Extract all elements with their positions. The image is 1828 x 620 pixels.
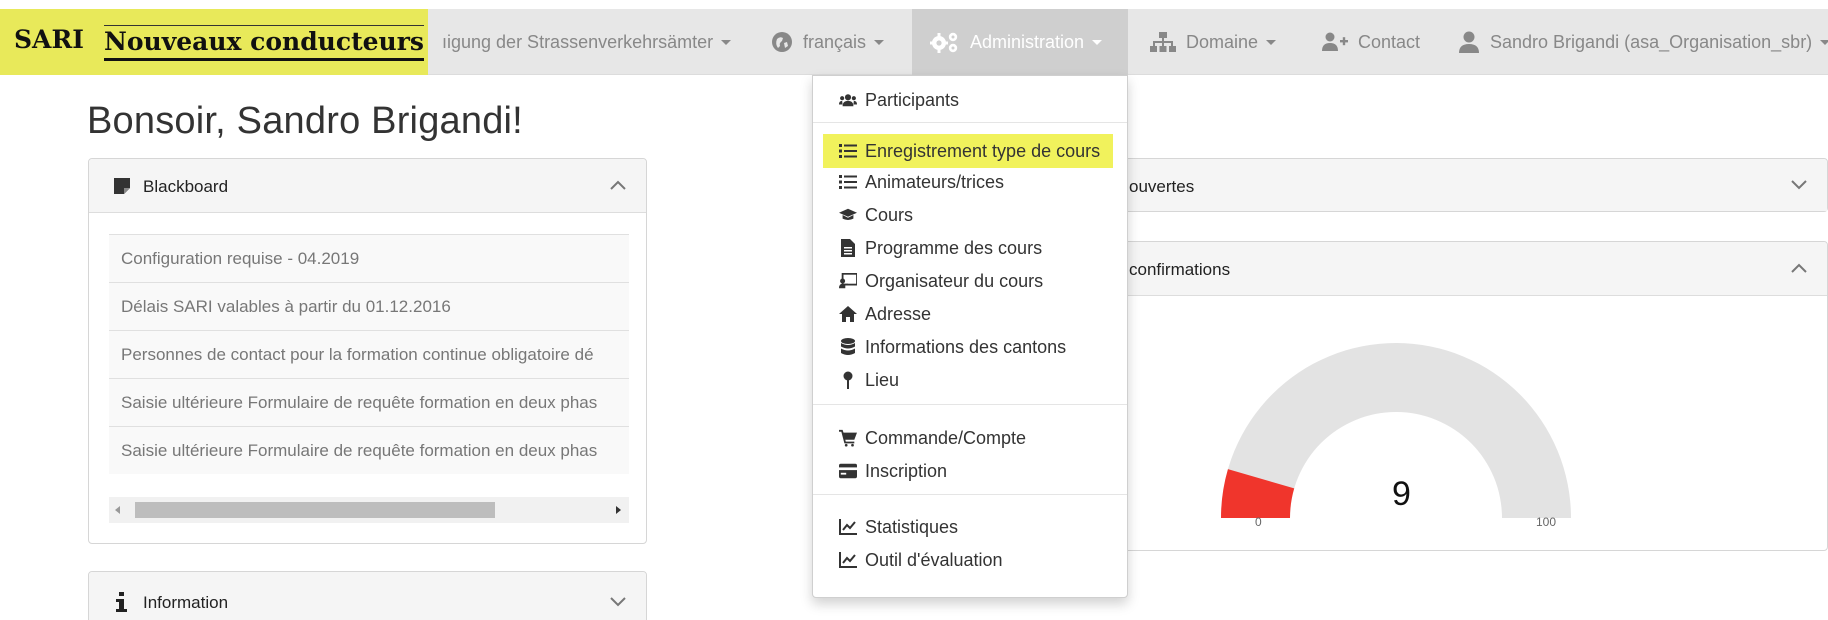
greeting-heading: Bonsoir, Sandro Brigandi! [87, 100, 523, 142]
brand[interactable]: SARI Nouveaux conducteurs [0, 9, 428, 75]
menu-divider [813, 404, 1127, 405]
menu-item-label: Informations des cantons [865, 336, 1067, 357]
nav-user-label: Sandro Brigandi (asa_Organisation_sbr) [1490, 31, 1813, 52]
chevron-up-icon[interactable] [610, 179, 626, 191]
nav-domain-menu[interactable]: Domaine [1150, 9, 1277, 75]
nav-organisation-label: ıigung der Strassenverkehrsämter [442, 31, 714, 52]
nav-language-label: français [803, 31, 867, 52]
blackboard-title: Blackboard [143, 177, 229, 196]
blackboard-item[interactable]: Configuration requise - 04.2019 [109, 234, 629, 282]
menu-divider [813, 122, 1127, 123]
blackboard-list: Configuration requise - 04.2019 Délais S… [109, 234, 629, 474]
chevron-down-icon[interactable] [1791, 179, 1807, 191]
line-chart-icon [839, 519, 857, 535]
horizontal-scrollbar[interactable] [109, 497, 629, 523]
nav-administration-menu[interactable]: Administration [912, 9, 1128, 75]
chevron-up-icon[interactable] [1791, 262, 1807, 274]
caret-down-icon [721, 39, 732, 45]
blackboard-item[interactable]: Personnes de contact pour la formation c… [109, 330, 629, 378]
menu-item-label: Animateurs/trices [865, 171, 1005, 192]
menu-item-canton-information[interactable]: Informations des cantons [813, 331, 1127, 363]
chalkboard-teacher-icon [839, 273, 857, 289]
brand-short: SARI [14, 25, 84, 54]
gauge-min-label: 0 [1255, 515, 1262, 529]
administration-dropdown-menu: Participants Enregistrement type de cour… [812, 75, 1128, 598]
menu-item-course-organizer[interactable]: Organisateur du cours [813, 265, 1127, 297]
menu-item-animators[interactable]: Animateurs/trices [813, 166, 1127, 198]
open-items-title: ouvertes [1129, 177, 1195, 196]
menu-item-label: Lieu [865, 369, 900, 390]
graduation-cap-icon [839, 208, 857, 220]
brand-title: Nouveaux conducteurs [104, 25, 424, 61]
map-pin-icon [843, 371, 853, 389]
menu-item-label: Inscription [865, 460, 948, 481]
menu-item-label: Adresse [865, 303, 932, 324]
menu-item-label: Outil d'évaluation [865, 549, 1003, 570]
open-items-panel: ouvertes [1116, 158, 1828, 212]
user-icon [1459, 31, 1479, 53]
globe-icon [772, 32, 792, 52]
scrollbar-thumb[interactable] [135, 502, 495, 518]
menu-item-label: Commande/Compte [865, 427, 1027, 448]
menu-item-label: Programme des cours [865, 237, 1043, 258]
menu-item-order-account[interactable]: Commande/Compte [813, 422, 1127, 454]
menu-item-address[interactable]: Adresse [813, 298, 1127, 330]
caret-down-icon [1266, 39, 1277, 45]
database-icon [841, 338, 855, 355]
open-items-panel-header[interactable]: ouvertes [1117, 159, 1827, 211]
nav-language-menu[interactable]: français [771, 9, 885, 75]
file-icon [841, 239, 855, 257]
menu-item-location[interactable]: Lieu [813, 364, 1127, 396]
menu-item-registration[interactable]: Inscription [813, 455, 1127, 487]
sitemap-icon [1150, 32, 1176, 52]
blackboard-panel: Blackboard Configuration requise - 04.20… [88, 158, 647, 544]
cart-icon [839, 429, 857, 447]
information-title: Information [143, 593, 229, 612]
line-chart-icon [839, 552, 857, 568]
blackboard-panel-header[interactable]: Blackboard [89, 159, 646, 213]
list-icon [839, 144, 857, 158]
nav-contact-link[interactable]: Contact [1322, 9, 1420, 75]
users-icon [839, 94, 857, 107]
blackboard-item[interactable]: Saisie ultérieure Formulaire de requête … [109, 378, 629, 426]
chevron-down-icon[interactable] [610, 596, 626, 608]
menu-item-evaluation-tool[interactable]: Outil d'évaluation [813, 544, 1127, 576]
sticky-note-icon [114, 178, 130, 194]
user-plus-icon [1322, 32, 1348, 51]
confirmations-panel-header[interactable]: confirmations [1117, 242, 1827, 296]
menu-item-course-program[interactable]: Programme des cours [813, 232, 1127, 264]
gauge-max-label: 100 [1536, 515, 1557, 529]
nav-domain-label: Domaine [1186, 31, 1259, 52]
menu-item-label: Enregistrement type de cours [865, 140, 1101, 161]
menu-item-label: Organisateur du cours [865, 270, 1044, 291]
list-icon [839, 175, 857, 189]
menu-item-courses[interactable]: Cours [813, 199, 1127, 231]
blackboard-item[interactable]: Saisie ultérieure Formulaire de requête … [109, 426, 629, 474]
menu-item-label: Statistiques [865, 516, 959, 537]
nav-administration-label: Administration [970, 31, 1085, 52]
cogs-icon [930, 32, 958, 53]
information-panel-header[interactable]: Information [89, 572, 646, 620]
blackboard-item[interactable]: Délais SARI valables à partir du 01.12.2… [109, 282, 629, 330]
home-icon [839, 306, 857, 322]
nav-user-menu[interactable]: Sandro Brigandi (asa_Organisation_sbr) [1458, 9, 1828, 75]
credit-card-icon [839, 463, 857, 479]
gauge-value: 9 [1392, 475, 1411, 513]
menu-item-participants[interactable]: Participants [813, 84, 1127, 116]
caret-down-icon [1092, 39, 1103, 45]
nav-organisation-menu[interactable]: ıigung der Strassenverkehrsämter [442, 9, 732, 75]
menu-item-label: Cours [865, 204, 914, 225]
caret-down-icon [874, 39, 885, 45]
menu-item-course-type-registration[interactable]: Enregistrement type de cours [823, 134, 1113, 168]
menu-item-label: Participants [865, 89, 960, 110]
scroll-left-arrow-icon[interactable] [115, 506, 120, 514]
information-panel: Information [88, 571, 647, 620]
caret-down-icon [1820, 39, 1828, 45]
confirmations-title: confirmations [1129, 260, 1231, 279]
info-icon [116, 592, 127, 612]
menu-item-statistics[interactable]: Statistiques [813, 511, 1127, 543]
nav-contact-label: Contact [1358, 31, 1421, 52]
menu-divider [813, 494, 1127, 495]
scroll-right-arrow-icon[interactable] [616, 506, 621, 514]
